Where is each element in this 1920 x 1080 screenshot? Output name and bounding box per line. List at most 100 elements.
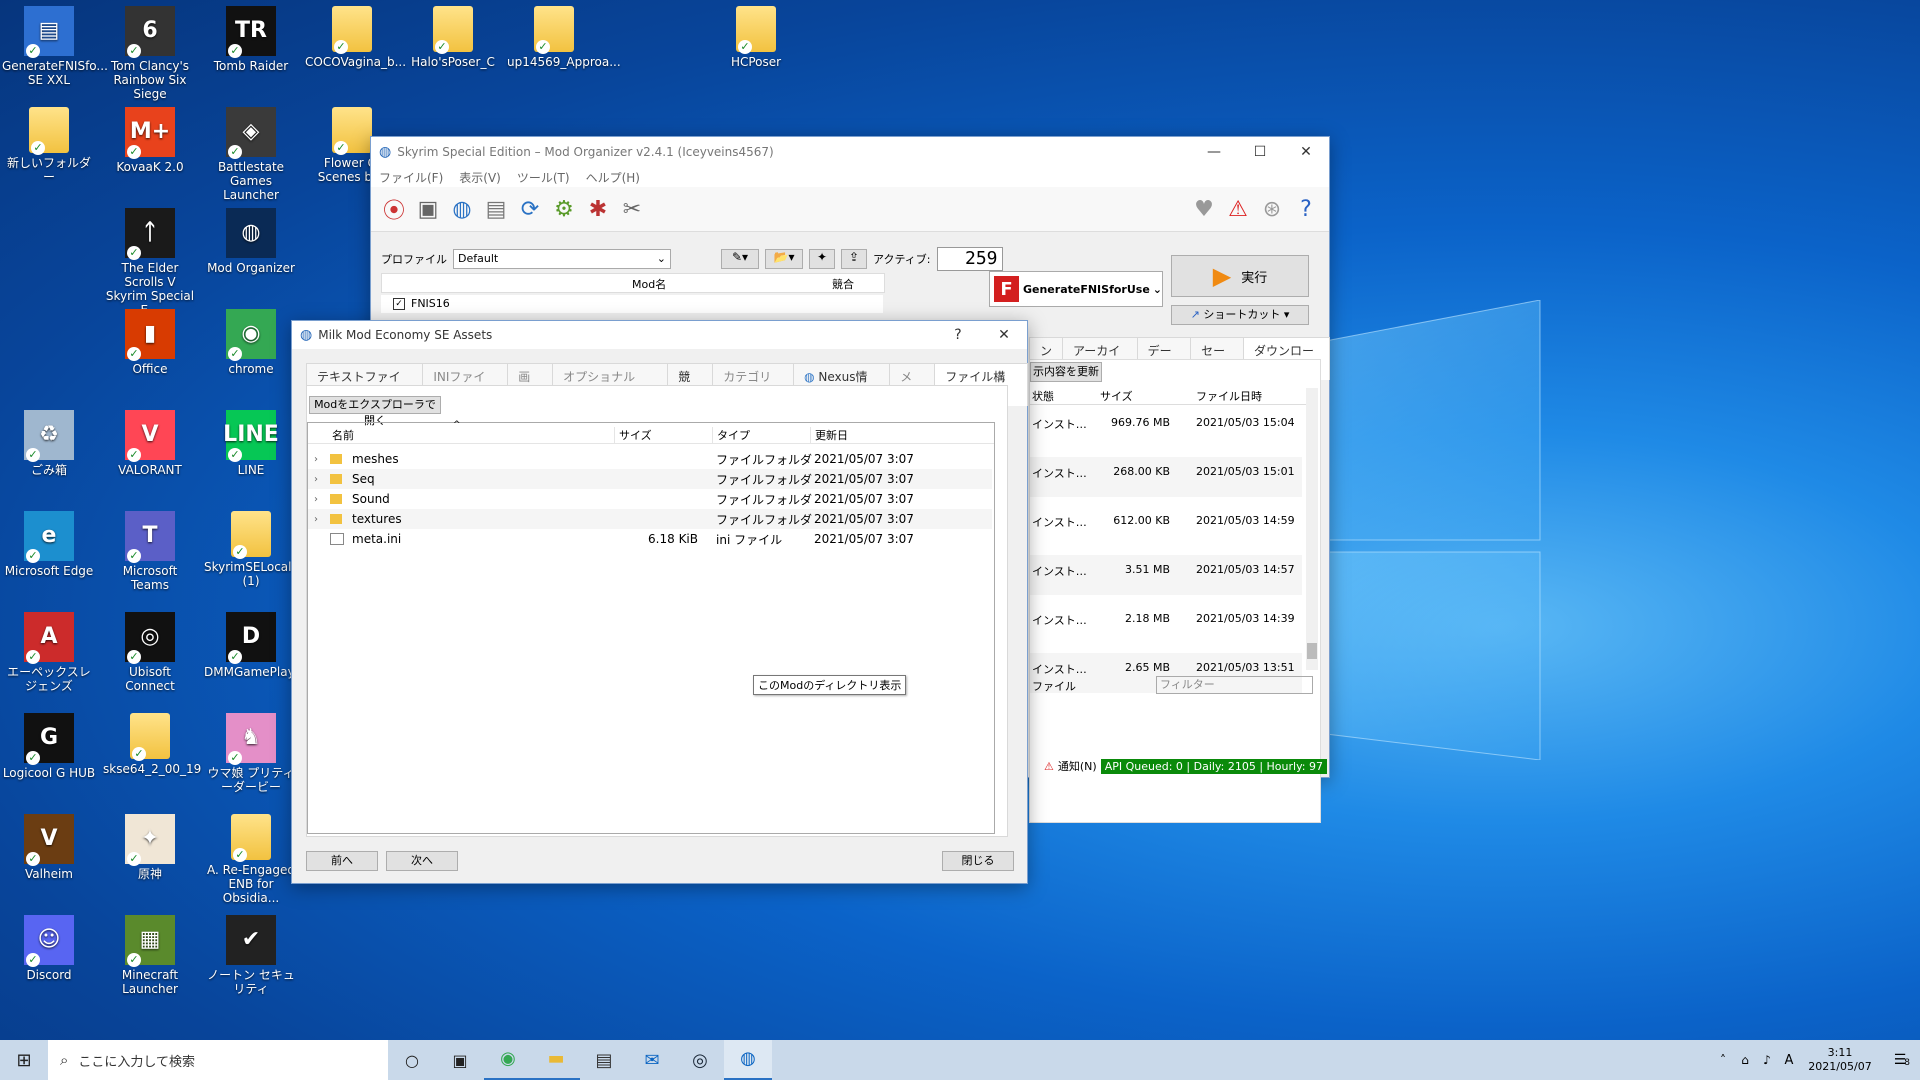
expand-chevron-icon[interactable]: › [314,514,318,525]
volume-icon[interactable]: ♪ [1756,1053,1778,1067]
restore-button[interactable]: ⇪ [841,249,867,269]
open-in-explorer-button[interactable]: Modをエクスプローラで開く [309,396,441,427]
next-button[interactable]: 次へ [386,851,458,871]
mod-list-row[interactable]: ✓ FNIS16 [381,295,883,313]
desktop-icon[interactable]: 6 ✓ Tom Clancy's Rainbow Six Siege [103,2,197,101]
desktop-icon[interactable]: A ✓ エーペックスレジェンズ [2,608,96,693]
menu-tools[interactable]: ツール(T) [517,169,570,186]
endorse-heart-icon[interactable]: ♥ [1187,192,1221,226]
taskbar-search-box[interactable]: ⌕ ここに入力して検索 [48,1040,388,1080]
nexus-globe-icon[interactable]: ◍ [445,192,479,226]
type-header[interactable]: タイプ [712,427,750,443]
desktop-icon[interactable]: G ✓ Logicool G HUB [2,709,96,780]
desktop-icon[interactable]: ✓ HCPoser [709,2,803,69]
close-button[interactable]: ✕ [981,327,1027,343]
mod-checkbox[interactable]: ✓ [393,298,405,310]
desktop-icon[interactable]: ✓ A. Re-Engaged ENB for Obsidia... [204,810,298,905]
desktop-icon[interactable]: ✔ ノートン セキュリティ [204,911,298,996]
notify-button[interactable]: 通知(N) [1058,758,1097,774]
notification-center-icon[interactable]: ☰ 8 [1880,1052,1920,1068]
executables-icon[interactable]: ▤ [479,192,513,226]
desktop-icon[interactable]: T ✓ Microsoft Teams [103,507,197,592]
shortcut-button[interactable]: ↗ ショートカット ▾ [1171,305,1309,325]
download-row[interactable]: インスト… 612.00 KB 2021/05/03 14:59 [1030,506,1302,546]
close-dialog-button[interactable]: 閉じる [942,851,1014,871]
desktop-icon[interactable]: ☺ ✓ Discord [2,911,96,982]
menu-help[interactable]: ヘルプ(H) [586,169,640,186]
status-header[interactable]: 状態 [1032,388,1054,404]
help-icon[interactable]: ? [1289,192,1323,226]
cortana-icon[interactable]: ○ [388,1051,436,1070]
plugins-icon[interactable]: ✱ [581,192,615,226]
filetree-row[interactable]: › Seq ファイルフォルダ 2021/05/07 3:07 [308,469,992,489]
refresh-button[interactable]: 示内容を更新 [1030,362,1102,382]
problems-warning-icon[interactable]: ⚠ [1221,192,1255,226]
desktop-icon[interactable]: ◎ ✓ Ubisoft Connect [103,608,197,693]
archive-tools-button[interactable]: ✎▾ [721,249,759,269]
chevron-up-icon[interactable]: ˄ [1712,1053,1734,1067]
desktop-icon[interactable]: ᛏ✓The Elder Scrolls V Skyrim Special E..… [103,204,197,317]
desktop-icon[interactable]: ▤ ✓ GenerateFNISfo... SE XXL [2,2,108,87]
date-header[interactable]: ファイル日時 [1196,388,1262,404]
desktop-icon[interactable]: ◉ ✓ chrome [204,305,298,376]
mail-taskbar-icon[interactable]: ✉ [628,1050,676,1071]
desktop-icon[interactable]: M+ ✓ KovaaK 2.0 [103,103,197,174]
download-row[interactable]: インスト… 2.18 MB 2021/05/03 14:39 [1030,604,1302,644]
download-row[interactable]: インスト… 3.51 MB 2021/05/03 14:57 [1030,555,1302,595]
desktop-icon[interactable]: V ✓ Valheim [2,810,96,881]
maximize-button[interactable]: ☐ [1237,144,1283,160]
desktop-icon[interactable]: e ✓ Microsoft Edge [2,507,96,578]
start-button[interactable]: ⊞ [0,1050,48,1071]
dialog-titlebar[interactable]: ◍ Milk Mod Economy SE Assets ? ✕ [292,321,1027,349]
desktop-icon[interactable]: ▮ ✓ Office [103,305,197,376]
conflict-header[interactable]: 競合 [832,276,854,292]
desktop-icon[interactable]: ◍ Mod Organizer [204,204,298,275]
desktop-icon[interactable]: ✦ ✓ 原神 [103,810,197,881]
mod-name-header[interactable]: Mod名 [632,276,666,292]
desktop-icon[interactable]: LINE ✓ LINE [204,406,298,477]
exe-select[interactable]: F GenerateFNISforUse ⌄ [989,271,1163,307]
chrome-taskbar-icon[interactable]: ◉ [484,1040,532,1080]
settings-gear-icon[interactable]: ⚙ [547,192,581,226]
prev-button[interactable]: 前へ [306,851,378,871]
profile-select[interactable]: Default ⌄ [453,249,671,269]
close-button[interactable]: ✕ [1283,144,1329,160]
filetree-row[interactable]: › Sound ファイルフォルダ 2021/05/07 3:07 [308,489,992,509]
run-button[interactable]: ▶ 実行 [1171,255,1309,297]
refresh-icon[interactable]: ⟳ [513,192,547,226]
network-icon[interactable]: ⌂ [1734,1053,1756,1067]
desktop-icon[interactable]: V ✓ VALORANT [103,406,197,477]
store-taskbar-icon[interactable]: ▤ [580,1050,628,1071]
expand-chevron-icon[interactable]: › [314,494,318,505]
desktop-icon[interactable]: D ✓ DMMGamePlaye [204,608,302,679]
update-icon[interactable]: ⊛ [1255,192,1289,226]
downloads-scrollbar[interactable] [1306,388,1318,670]
filetree-row[interactable]: meta.ini 6.18 KiB ini ファイル 2021/05/07 3:07 [308,529,992,549]
desktop-icon[interactable]: ♞ ✓ ウマ娘 プリティーダービー [204,709,298,794]
ime-indicator[interactable]: A [1778,1053,1800,1068]
desktop-icon[interactable]: ▦ ✓ Minecraft Launcher [103,911,197,996]
clock[interactable]: 3:11 2021/05/07 [1800,1046,1880,1074]
desktop-icon[interactable]: ✓ SkyrimSELocaliz (1) [204,507,301,588]
download-row[interactable]: インスト… 969.76 MB 2021/05/03 15:04 [1030,408,1302,448]
steam-taskbar-icon[interactable]: ◎ [676,1050,724,1071]
desktop-icon[interactable]: ◈ ✓ Battlestate Games Launcher [204,103,298,202]
size-header[interactable]: サイズ [1100,388,1133,404]
explorer-taskbar-icon[interactable]: ▬ [532,1040,580,1080]
task-view-icon[interactable]: ▣ [436,1051,484,1070]
desktop-icon[interactable]: ✓ 新しいフォルダー [2,103,96,184]
desktop-icon[interactable]: ✓ COCOVagina_b... [305,2,406,69]
backup-button[interactable]: ✦ [809,249,835,269]
desktop-icon[interactable]: TR ✓ Tomb Raider [204,2,298,73]
download-row[interactable]: インスト… 268.00 KB 2021/05/03 15:01 [1030,457,1302,497]
open-folder-button[interactable]: 📂▾ [765,249,803,269]
filetree-row[interactable]: › meshes ファイルフォルダ 2021/05/07 3:07 [308,449,992,469]
mo2-taskbar-icon[interactable]: ◍ [724,1040,772,1080]
expand-chevron-icon[interactable]: › [314,474,318,485]
name-header[interactable]: 名前 [332,427,354,443]
menu-file[interactable]: ファイル(F) [379,169,443,186]
downloads-filter-input[interactable]: フィルター [1156,676,1313,694]
mo2-titlebar[interactable]: ◍ Skyrim Special Edition – Mod Organizer… [371,137,1329,167]
filetree-row[interactable]: › textures ファイルフォルダ 2021/05/07 3:07 [308,509,992,529]
install-mod-icon[interactable]: ⦿ [377,192,411,226]
